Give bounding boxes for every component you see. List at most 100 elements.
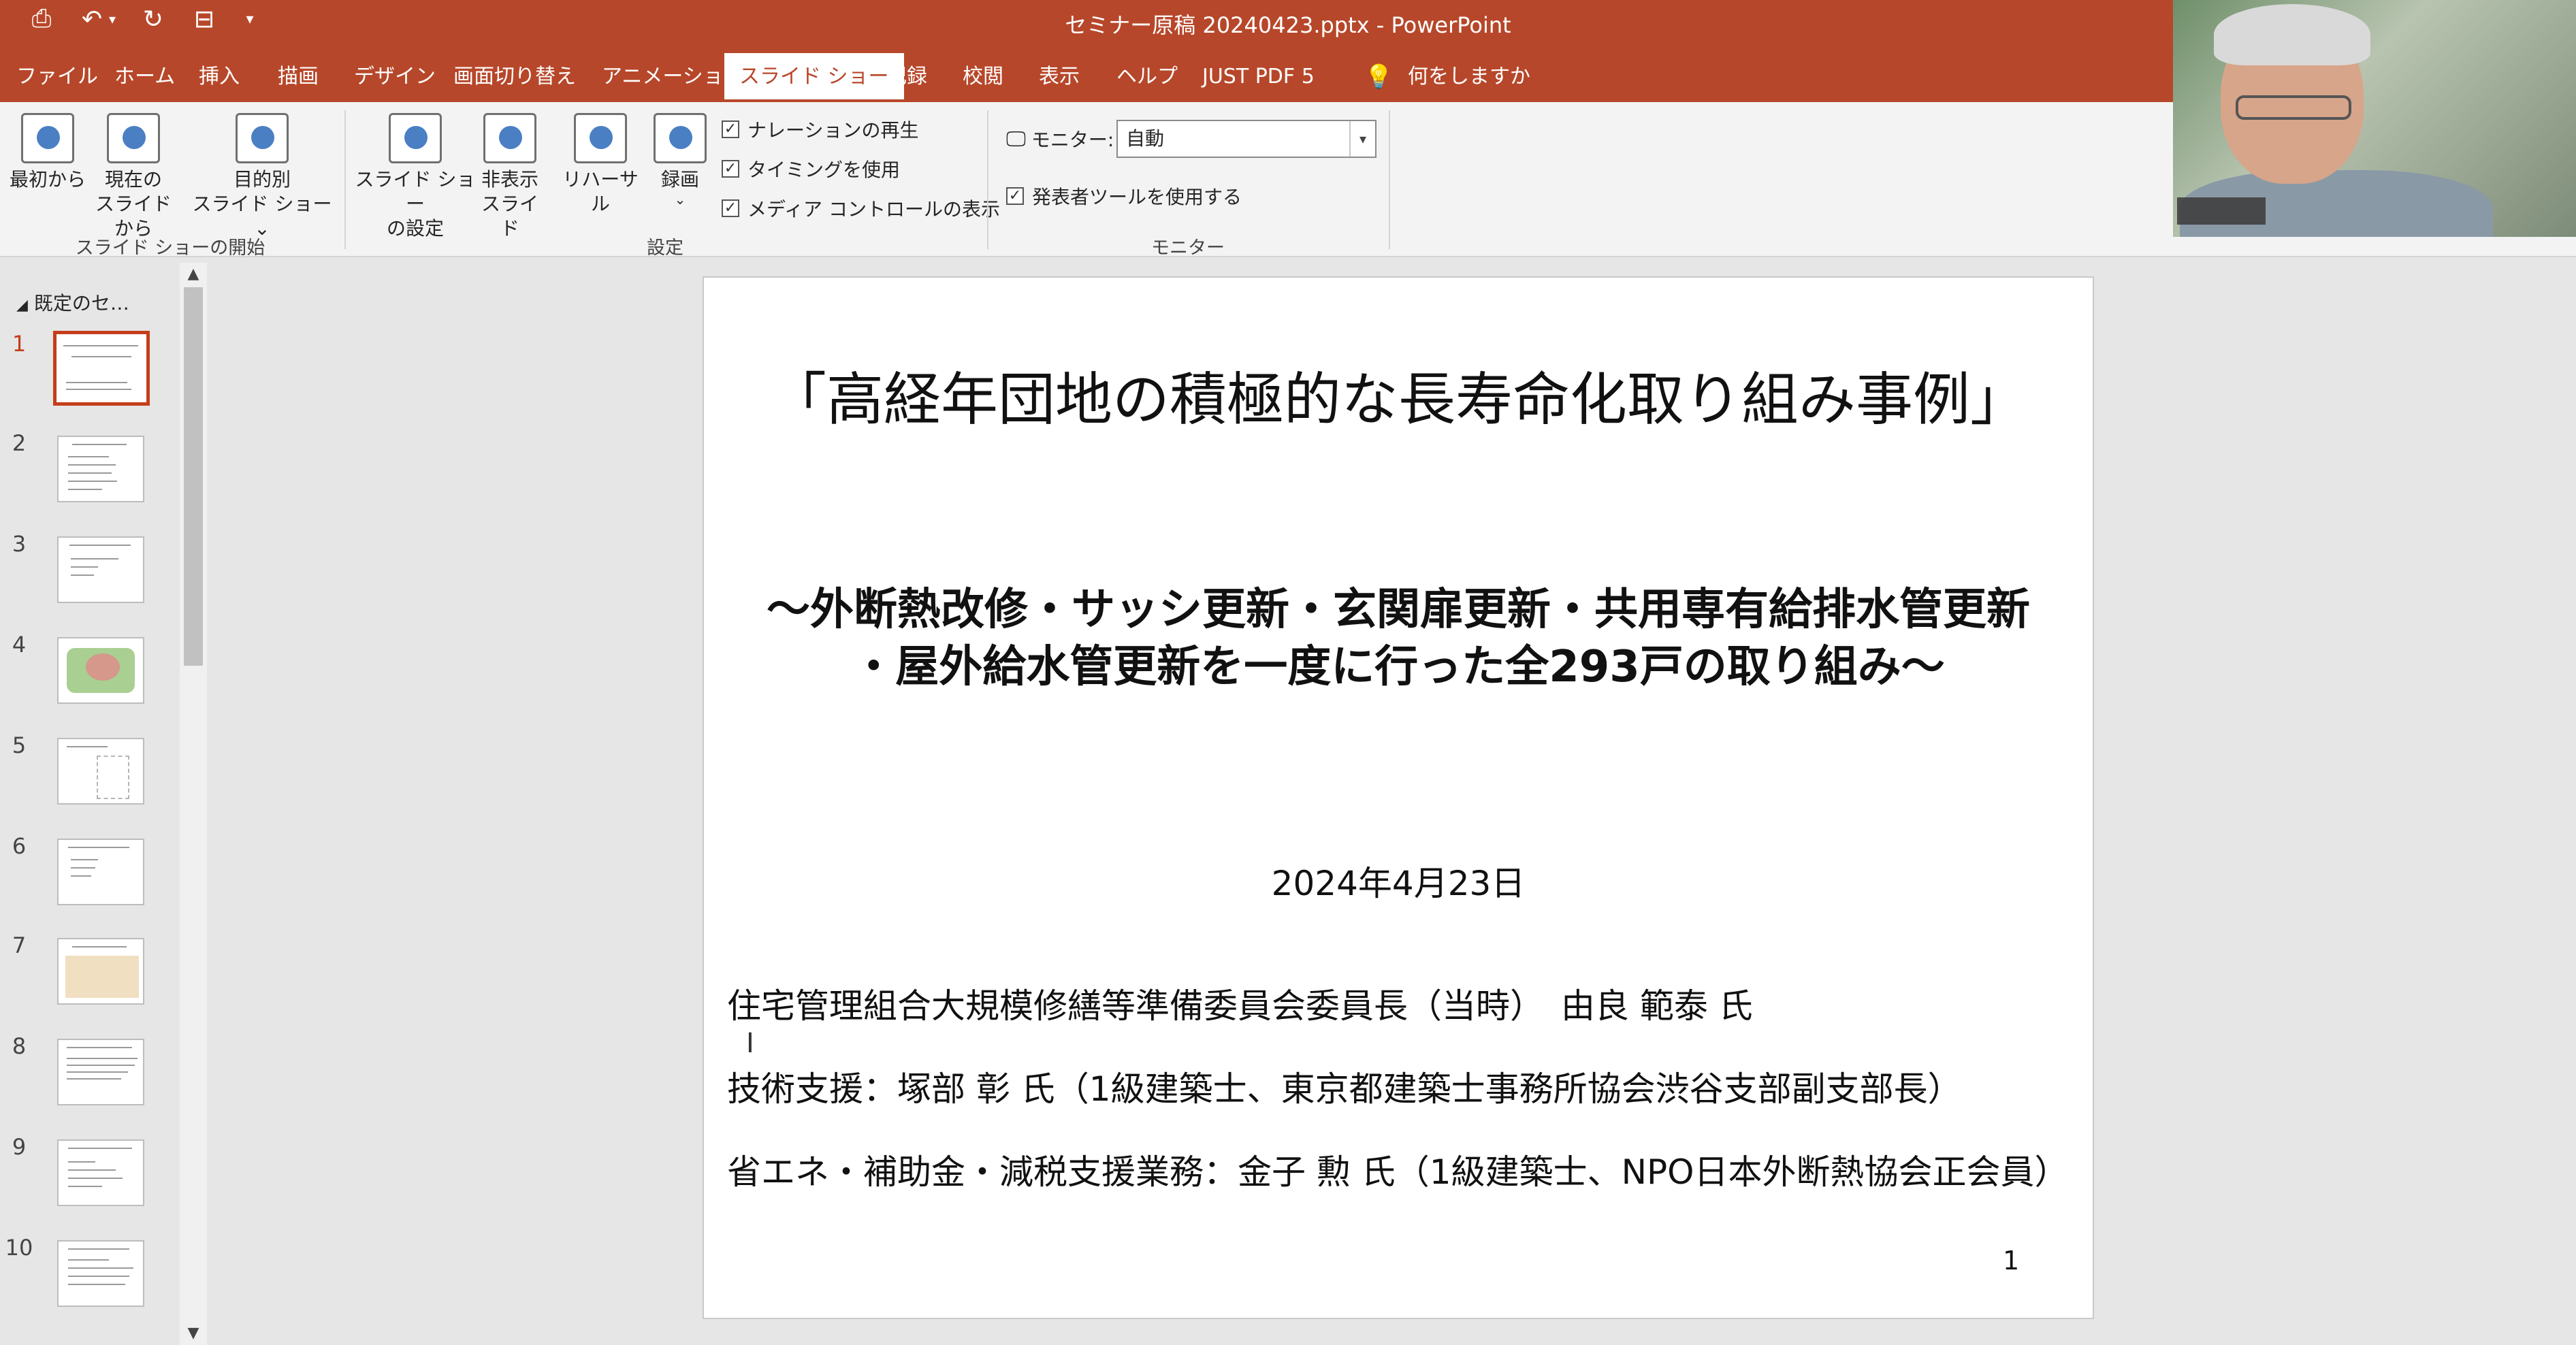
from-beginning-label: 最初から xyxy=(9,168,86,191)
hide-slide-icon xyxy=(483,113,536,163)
tab-file[interactable]: ファイル xyxy=(14,53,101,102)
tab-view[interactable]: 表示 xyxy=(1036,53,1082,102)
slide-date[interactable]: 2024年4月23日 xyxy=(704,856,2093,905)
presenter-view-checkbox[interactable]: ✓ 発表者ツールを使用する xyxy=(1006,182,1242,210)
custom-slideshow-label-1: 目的別 xyxy=(233,168,291,191)
setup-slideshow-icon xyxy=(389,113,442,163)
setup-slideshow-button[interactable]: スライド ショー の設定 xyxy=(354,113,477,241)
slide-thumbnail-2[interactable] xyxy=(57,436,144,502)
slide-thumbnail-4[interactable] xyxy=(57,637,144,704)
play-narrations-checkbox[interactable]: ✓ ナレーションの再生 xyxy=(722,116,918,143)
thumbnail-number: 1 xyxy=(12,331,27,357)
tell-me-search[interactable]: 何をしますか xyxy=(1405,53,1533,102)
slide-thumbnail-10[interactable] xyxy=(57,1240,144,1307)
slide-page-number: 1 xyxy=(2003,1246,2020,1276)
record-icon xyxy=(654,113,707,163)
setup-label-1: スライド ショー xyxy=(355,168,476,215)
checkbox-box: ✓ xyxy=(722,160,739,178)
slide-canvas[interactable]: 「高経年団地の積極的な長寿命化取り組み事例」 ～外断熱改修・サッシ更新・玄関扉更… xyxy=(703,276,2094,1319)
lightbulb-icon[interactable]: 💡 xyxy=(1362,53,1396,102)
from-current-label-1: 現在の xyxy=(104,168,162,191)
webcam-name-bar xyxy=(2177,197,2266,225)
tab-record[interactable]: 記録 xyxy=(884,53,930,102)
credit-line-3[interactable]: 省エネ・補助金・減税支援業務：金子 勲 氏（1級建築士、NPO日本外断熱協会正会… xyxy=(727,1145,2069,1194)
thumbnail-number: 4 xyxy=(12,632,27,658)
rehearse-timings-button[interactable]: リハーサル xyxy=(554,113,647,216)
group-separator xyxy=(987,110,988,249)
thumbnail-scrollbar[interactable]: ▲ ▼ xyxy=(180,263,207,1345)
from-beginning-button[interactable]: 最初から xyxy=(7,113,88,192)
checkbox-label: タイミングを使用 xyxy=(747,159,901,181)
scroll-thumb[interactable] xyxy=(184,287,203,666)
group-label-start: スライド ショーの開始 xyxy=(75,238,265,259)
section-header[interactable]: ◢ 既定のセ… xyxy=(16,289,129,316)
group-label-setup: 設定 xyxy=(647,238,683,259)
record-button[interactable]: 録画 ⌄ xyxy=(649,113,711,207)
thumbnail-number: 6 xyxy=(12,833,27,859)
thumbnail-number: 3 xyxy=(12,531,27,557)
checkbox-label: ナレーションの再生 xyxy=(747,119,919,142)
checkbox-box: ✓ xyxy=(1006,187,1024,205)
tab-insert[interactable]: 挿入 xyxy=(196,53,242,102)
from-current-button[interactable]: 現在の スライドから xyxy=(88,113,178,241)
thumbnail-number: 10 xyxy=(5,1235,33,1261)
slide-thumbnail-3[interactable] xyxy=(57,536,144,603)
scroll-down-icon[interactable]: ▼ xyxy=(180,1322,207,1345)
credit-line-2[interactable]: 技術支援：塚部 彰 氏（1級建築士、東京都建築士事務所協会渋谷支部副支部長） xyxy=(727,1062,1962,1111)
tab-design[interactable]: デザイン xyxy=(351,53,438,102)
slide-thumbnail-9[interactable] xyxy=(57,1139,144,1206)
thumbnail-number: 9 xyxy=(12,1134,27,1160)
record-dropdown-icon: ⌄ xyxy=(674,191,686,208)
tab-draw[interactable]: 描画 xyxy=(275,53,321,102)
thumbnail-number: 8 xyxy=(12,1033,27,1059)
custom-slideshow-icon xyxy=(236,113,289,163)
monitor-label: 🖵 モニター: xyxy=(1006,125,1114,152)
group-separator xyxy=(344,110,346,249)
slide-subtitle[interactable]: ～外断熱改修・サッシ更新・玄関扉更新・共用専有給排水管更新 ・屋外給水管更新を一… xyxy=(683,581,2113,696)
tab-home[interactable]: ホーム xyxy=(112,53,178,102)
monitor-icon: 🖵 xyxy=(1006,127,1026,151)
collapse-triangle-icon[interactable]: ◢ xyxy=(16,297,28,314)
slide-thumbnail-8[interactable] xyxy=(57,1039,144,1105)
rehearse-label: リハーサル xyxy=(562,168,639,215)
stopwatch-icon xyxy=(574,113,627,163)
slide-title[interactable]: 「高経年団地の積極的な長寿命化取り組み事例」 xyxy=(704,354,2093,436)
slide-thumbnail-1[interactable] xyxy=(53,331,150,406)
hide-label-1: 非表示 xyxy=(481,168,538,191)
chevron-down-icon[interactable]: ▾ xyxy=(1349,121,1375,157)
checkbox-box: ✓ xyxy=(722,120,739,138)
checkbox-box: ✓ xyxy=(722,199,739,217)
use-timings-checkbox[interactable]: ✓ タイミングを使用 xyxy=(722,155,900,182)
thumbnail-number: 2 xyxy=(12,430,27,456)
subtitle-line-1: ～外断熱改修・サッシ更新・玄関扉更新・共用専有給排水管更新 xyxy=(767,585,2030,635)
checkbox-label: メディア コントロールの表示 xyxy=(747,198,1000,221)
presenter-hair xyxy=(2214,4,2370,65)
tab-slide-show[interactable]: スライド ショー xyxy=(724,53,904,102)
thumbnail-number: 5 xyxy=(12,732,27,758)
media-controls-checkbox[interactable]: ✓ メディア コントロールの表示 xyxy=(722,195,1000,222)
slideshow-start-icon xyxy=(21,113,74,163)
tab-review[interactable]: 校閲 xyxy=(960,53,1006,102)
tab-help[interactable]: ヘルプ xyxy=(1114,53,1180,102)
group-label-monitor: モニター xyxy=(1151,238,1225,259)
scroll-up-icon[interactable]: ▲ xyxy=(180,263,207,286)
checkbox-label: 発表者ツールを使用する xyxy=(1032,186,1242,208)
slideshow-current-icon xyxy=(107,113,160,163)
group-separator xyxy=(1389,110,1390,249)
credit-line-1[interactable]: 住宅管理組合大規模修繕等準備委員会委員長（当時） 由良 範泰 氏 xyxy=(727,979,1753,1028)
tab-just-pdf[interactable]: JUST PDF 5 xyxy=(1200,53,1317,102)
hide-slide-button[interactable]: 非表示 スライド xyxy=(472,113,547,241)
subtitle-line-2: ・屋外給水管更新を一度に行った全293戸の取り組み～ xyxy=(852,642,1945,692)
record-label: 録画 xyxy=(660,168,699,191)
text-cursor-icon: I xyxy=(746,1028,754,1059)
slide-thumbnail-7[interactable] xyxy=(57,938,144,1005)
tab-transitions[interactable]: 画面切り替え xyxy=(451,53,579,102)
thumbnail-number: 7 xyxy=(12,933,27,958)
slide-thumbnail-6[interactable] xyxy=(57,839,144,905)
custom-slideshow-button[interactable]: 目的別 スライド ショー ⌄ xyxy=(192,113,332,241)
slide-thumbnail-5[interactable] xyxy=(57,738,144,805)
map-region xyxy=(86,653,120,681)
monitor-select[interactable]: 自動 ▾ xyxy=(1116,120,1376,158)
monitor-label-text: モニター: xyxy=(1031,129,1114,151)
section-name: 既定のセ… xyxy=(33,292,129,314)
